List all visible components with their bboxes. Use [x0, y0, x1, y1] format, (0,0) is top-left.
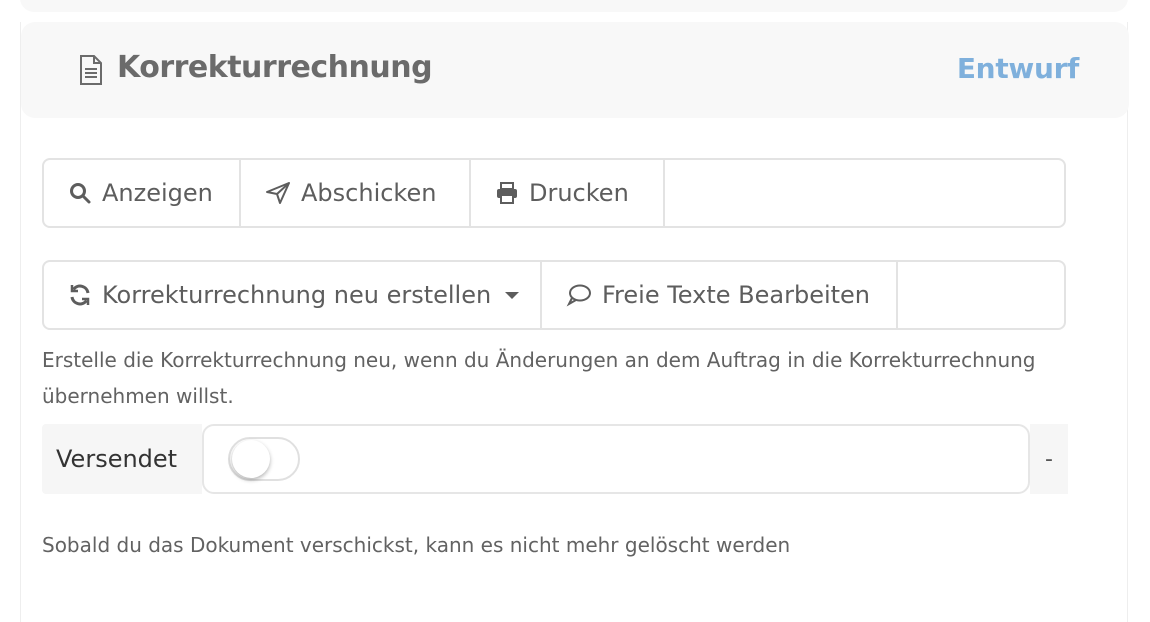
- button-group-spacer: [898, 262, 1064, 328]
- card-title: Korrekturrechnung: [117, 50, 433, 85]
- recreate-invoice-label: Korrekturrechnung neu erstellen: [102, 281, 492, 309]
- document-icon: [79, 55, 103, 85]
- sent-toggle-group: Versendet -: [42, 424, 1068, 494]
- refresh-icon: [70, 284, 90, 306]
- send-button[interactable]: Abschicken: [241, 160, 471, 226]
- sent-toggle-switch[interactable]: [228, 437, 300, 481]
- button-group-spacer: [665, 160, 1064, 226]
- sent-date-addon: -: [1030, 424, 1068, 494]
- show-button[interactable]: Anzeigen: [44, 160, 241, 226]
- document-actions-group: Anzeigen Abschicken Drucken: [42, 158, 1066, 228]
- sent-hint-text: Sobald du das Dokument verschickst, kann…: [42, 533, 791, 557]
- print-button[interactable]: Drucken: [471, 160, 665, 226]
- card-header: Korrekturrechnung Entwurf: [21, 22, 1129, 118]
- sent-label: Versendet: [42, 424, 202, 494]
- paper-plane-icon: [266, 182, 290, 204]
- edit-actions-group: Korrekturrechnung neu erstellen Freie Te…: [42, 260, 1066, 330]
- recreate-invoice-dropdown-button[interactable]: Korrekturrechnung neu erstellen: [44, 262, 542, 328]
- printer-icon: [497, 182, 517, 204]
- previous-card: [20, 0, 1128, 12]
- search-icon: [70, 183, 91, 204]
- status-badge: Entwurf: [956, 52, 1079, 85]
- toggle-knob: [232, 440, 270, 478]
- comment-icon: [566, 284, 591, 307]
- sent-toggle-container: [202, 424, 1030, 494]
- recreate-hint-text: Erstelle die Korrekturrechnung neu, wenn…: [42, 348, 1036, 408]
- edit-free-texts-button[interactable]: Freie Texte Bearbeiten: [542, 262, 898, 328]
- print-button-label: Drucken: [529, 179, 629, 207]
- edit-free-texts-label: Freie Texte Bearbeiten: [602, 281, 871, 309]
- send-button-label: Abschicken: [301, 179, 437, 207]
- caret-down-icon: [505, 292, 520, 299]
- show-button-label: Anzeigen: [102, 179, 213, 207]
